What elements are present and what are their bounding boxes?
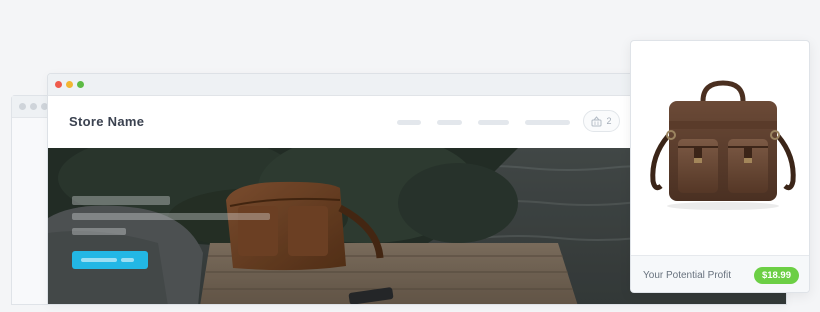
nav-link-placeholder[interactable] xyxy=(437,120,462,125)
store-name[interactable]: Store Name xyxy=(69,114,144,129)
basket-icon xyxy=(591,115,602,127)
hero-heading-placeholder xyxy=(72,196,170,205)
profit-badge: $18.99 xyxy=(753,266,799,284)
hero-text-placeholder xyxy=(72,213,270,220)
product-image[interactable] xyxy=(631,41,809,255)
button-label-placeholder xyxy=(81,258,117,262)
cart-count: 2 xyxy=(606,116,612,126)
nav-link-placeholder[interactable] xyxy=(478,120,509,125)
hero-text-placeholder xyxy=(72,228,126,235)
window-dot xyxy=(30,103,37,110)
cart-button[interactable]: 2 xyxy=(583,110,620,132)
window-dot xyxy=(19,103,26,110)
profit-label: Your Potential Profit xyxy=(643,269,732,281)
profit-footer: Your Potential Profit $18.99 xyxy=(631,255,809,292)
minimize-window-button[interactable] xyxy=(66,81,73,88)
nav-link-placeholder[interactable] xyxy=(525,120,570,125)
maximize-window-button[interactable] xyxy=(77,81,84,88)
close-window-button[interactable] xyxy=(55,81,62,88)
button-label-placeholder xyxy=(121,258,134,262)
hero-cta-button[interactable] xyxy=(72,251,148,269)
product-card[interactable]: Your Potential Profit $18.99 xyxy=(630,40,810,293)
nav-link-placeholder[interactable] xyxy=(397,120,421,125)
